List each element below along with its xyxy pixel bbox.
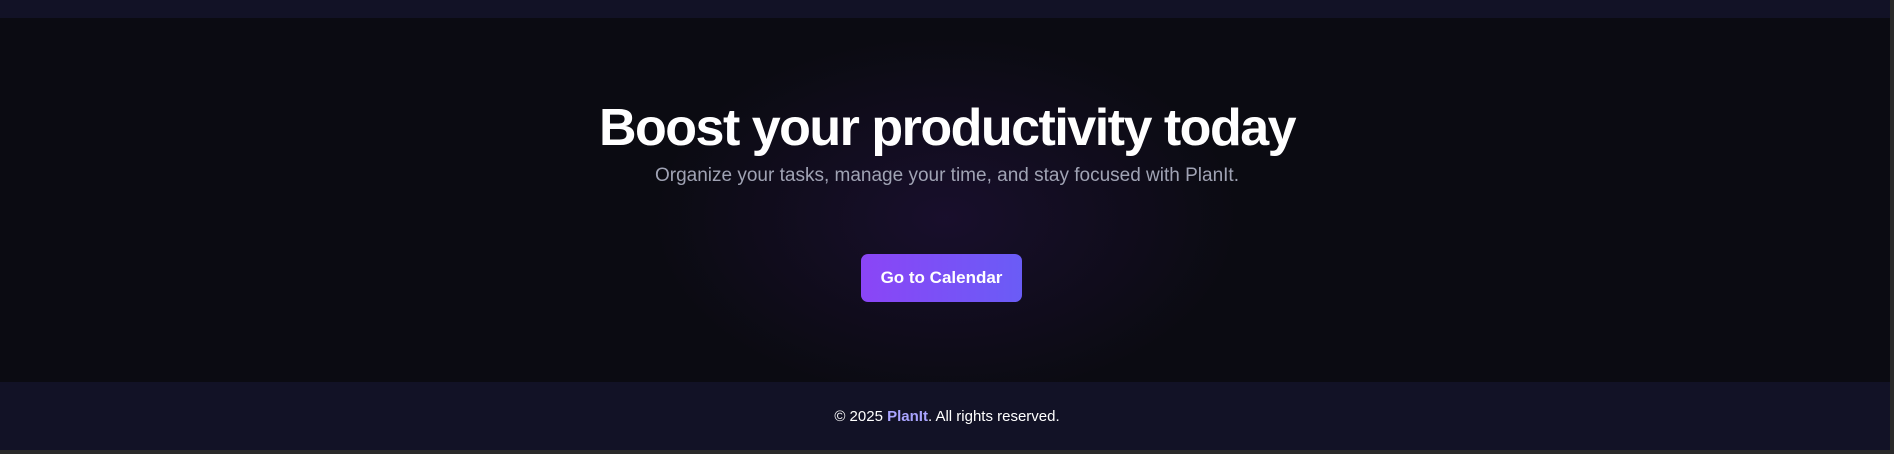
window-right-edge xyxy=(1890,0,1894,454)
hero-title: Boost your productivity today xyxy=(598,99,1297,157)
footer-copyright-prefix: © 2025 xyxy=(834,407,888,425)
window-bottom-edge xyxy=(0,450,1894,454)
footer-brand-link[interactable]: PlanIt xyxy=(887,408,928,425)
footer-copyright: © 2025 PlanIt. All rights reserved. xyxy=(834,408,1059,425)
footer-copyright-suffix: . All rights reserved. xyxy=(927,407,1060,425)
page: Boost your productivity today Organize y… xyxy=(0,0,1894,454)
hero-section: Boost your productivity today Organize y… xyxy=(0,18,1894,382)
go-to-calendar-button[interactable]: Go to Calendar xyxy=(861,254,1022,302)
top-strip xyxy=(0,0,1894,18)
hero-subtitle: Organize your tasks, manage your time, a… xyxy=(654,165,1239,186)
footer: © 2025 PlanIt. All rights reserved. xyxy=(0,382,1894,450)
